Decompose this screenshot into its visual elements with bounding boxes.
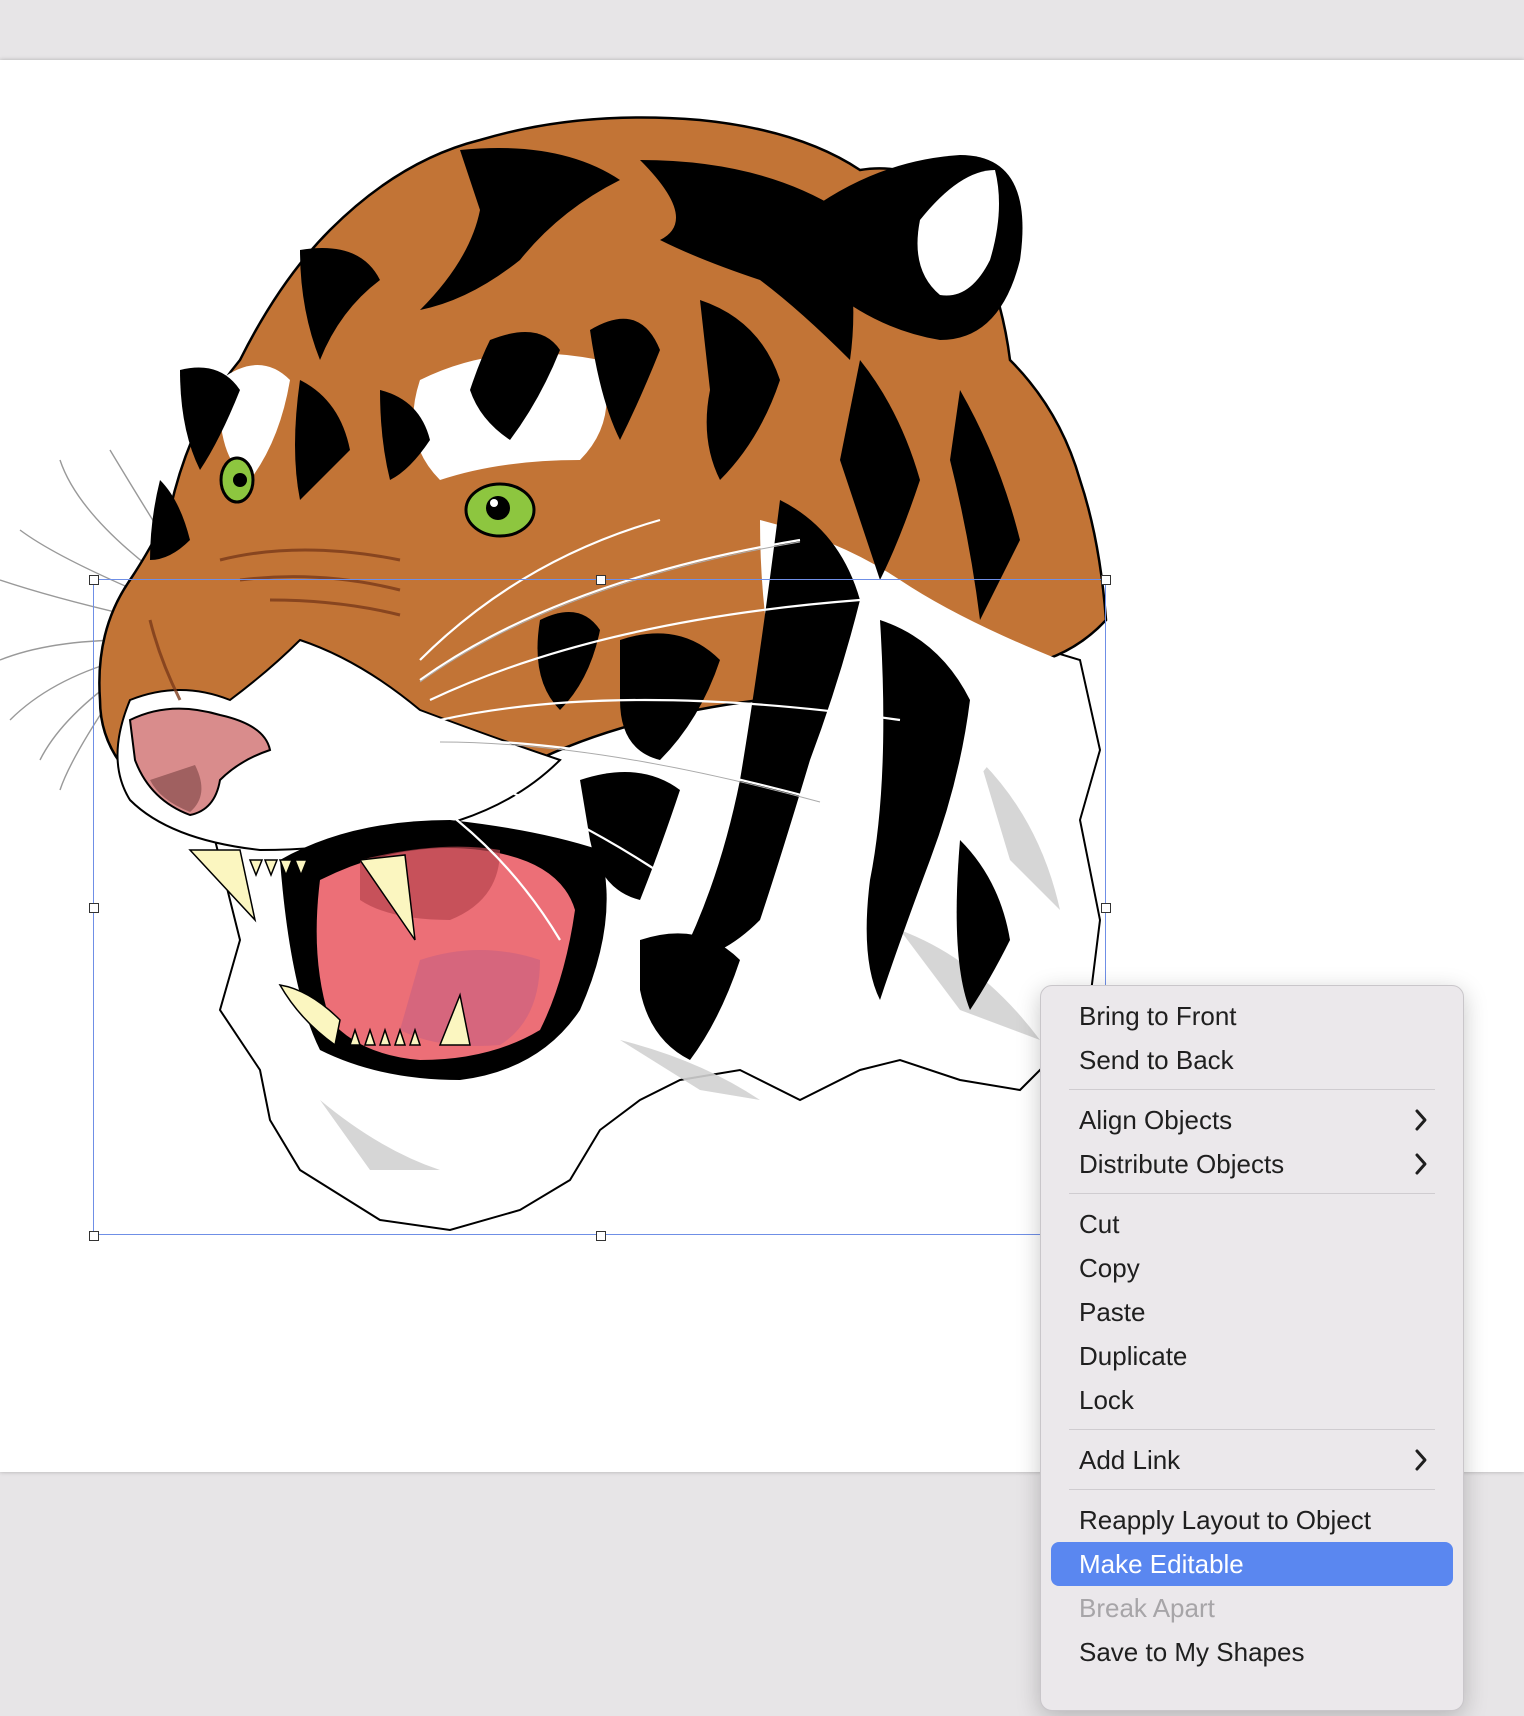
context-menu: Bring to Front Send to Back Align Object… [1040,985,1464,1711]
resize-handle-middle-right[interactable] [1101,903,1111,913]
menu-item-break-apart: Break Apart [1079,1593,1215,1623]
menu-item-label: Align Objects [1079,1105,1233,1135]
chevron-right-icon [1415,1449,1427,1471]
resize-handle-top-center[interactable] [596,575,606,585]
menu-item-align-objects[interactable]: Align Objects [1051,1098,1453,1142]
menu-separator [1069,1089,1435,1090]
menu-item-lock[interactable]: Lock [1051,1378,1453,1422]
resize-handle-top-right[interactable] [1101,575,1111,585]
chevron-right-icon [1415,1109,1427,1131]
menu-item-label: Distribute Objects [1079,1149,1285,1179]
menu-item-duplicate[interactable]: Duplicate [1051,1334,1453,1378]
resize-handle-bottom-left[interactable] [89,1231,99,1241]
menu-separator [1069,1429,1435,1430]
menu-item-make-editable[interactable]: Make Editable [1051,1542,1453,1586]
chevron-right-icon [1415,1153,1427,1175]
menu-separator [1069,1489,1435,1490]
menu-item-add-link[interactable]: Add Link [1051,1438,1453,1482]
menu-item-cut[interactable]: Cut [1051,1202,1453,1246]
menu-item-save-to-my-shapes[interactable]: Save to My Shapes [1051,1630,1453,1674]
menu-item-copy[interactable]: Copy [1051,1246,1453,1290]
resize-handle-middle-left[interactable] [89,903,99,913]
menu-item-distribute-objects[interactable]: Distribute Objects [1051,1142,1453,1186]
menu-item-send-to-back[interactable]: Send to Back [1051,1038,1453,1082]
resize-handle-top-left[interactable] [89,575,99,585]
resize-handle-bottom-center[interactable] [596,1231,606,1241]
menu-separator [1069,1193,1435,1194]
top-toolbar-strip [0,0,1524,60]
menu-item-reapply-layout[interactable]: Reapply Layout to Object [1051,1498,1453,1542]
menu-item-bring-to-front[interactable]: Bring to Front [1051,994,1453,1038]
menu-item-paste[interactable]: Paste [1051,1290,1453,1334]
menu-item-label: Add Link [1079,1445,1181,1475]
